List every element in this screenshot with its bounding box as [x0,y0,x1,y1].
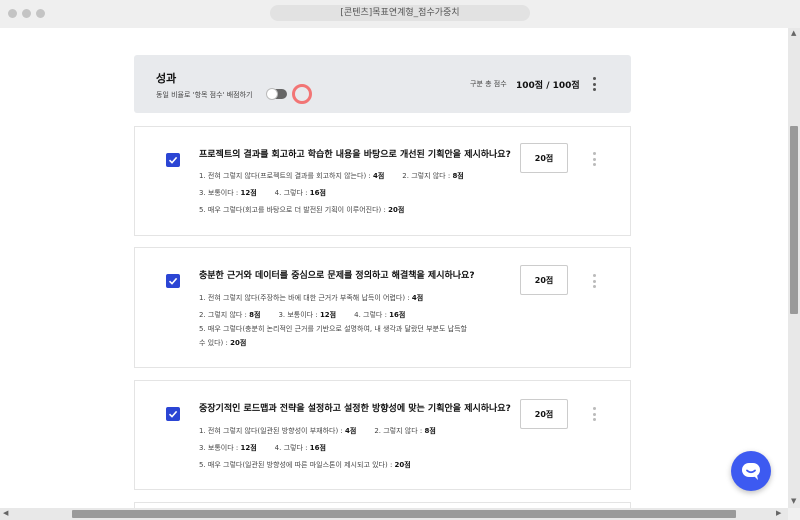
option-line: 1. 전혀 그렇지 않다(프로젝트의 결과를 회고하지 않는다) : 4점 2. … [199,172,464,180]
option-line: 5. 매우 그렇다(충분히 논리적인 근거를 기반으로 설명하여, 내 생각과 … [199,325,467,333]
check-icon[interactable] [166,274,180,288]
minimize-window-button[interactable] [22,9,31,18]
score-input[interactable]: 20점 [520,143,568,173]
question-card: 충분한 근거와 데이터를 중심으로 문제를 정의하고 해결책을 제시하나요? 2… [134,247,631,368]
option-line: 5. 매우 그렇다(회고를 바탕으로 더 발전된 기획이 이루어진다) : 20… [199,206,405,214]
click-highlight-ring [292,84,312,104]
equal-ratio-label: 동일 비율로 '항목 점수' 배점하기 [156,91,253,99]
option-line: 3. 보통이다 : 12점 4. 그렇다 : 16점 [199,444,326,452]
scroll-down-icon[interactable]: ▼ [791,497,796,505]
window-controls [8,9,45,18]
scroll-right-icon[interactable]: ▶ [776,509,781,517]
option-line: 수 있다) : 20점 [199,339,247,347]
chat-bubble-icon [742,463,760,480]
question-text: 중장기적인 로드맵과 전략을 설정하고 설정한 방향성에 맞는 기획안을 제시하… [199,404,511,414]
check-icon[interactable] [166,407,180,421]
card-more-icon[interactable] [589,152,599,166]
check-icon[interactable] [166,153,180,167]
question-card: 프로젝트의 결과를 회고하고 학습한 내용을 바탕으로 개선된 기획안을 제시하… [134,126,631,236]
option-line: 3. 보통이다 : 12점 4. 그렇다 : 16점 [199,189,326,197]
card-more-icon[interactable] [589,274,599,288]
score-input[interactable]: 20점 [520,399,568,429]
option-line: 1. 전혀 그렇지 않다(주장하는 바에 대한 근거가 부족해 납득이 어렵다)… [199,294,424,302]
section-more-icon[interactable] [589,77,599,91]
horizontal-scroll-thumb[interactable] [72,510,736,518]
maximize-window-button[interactable] [36,9,45,18]
total-score-label: 구분 총 점수 [470,80,507,88]
close-window-button[interactable] [8,9,17,18]
window-titlebar: [콘텐츠]목표연계형_점수가중치 [0,0,800,28]
card-more-icon[interactable] [589,407,599,421]
scroll-up-icon[interactable]: ▲ [791,29,796,37]
section-title: 성과 [156,72,177,85]
chat-button[interactable] [731,451,771,491]
vertical-scroll-thumb[interactable] [790,126,798,314]
question-text: 충분한 근거와 데이터를 중심으로 문제를 정의하고 해결책을 제시하나요? [199,271,475,281]
score-input[interactable]: 20점 [520,265,568,295]
vertical-scrollbar[interactable]: ▲ ▼ [788,28,800,508]
section-header: 성과 동일 비율로 '항목 점수' 배점하기 구분 총 점수 100점 / 10… [134,55,631,113]
option-line: 5. 매우 그렇다(일관된 방향성에 따른 마일스톤이 제시되고 있다) : 2… [199,461,411,469]
main-content: 성과 동일 비율로 '항목 점수' 배점하기 구분 총 점수 100점 / 10… [0,28,788,508]
equal-ratio-toggle[interactable] [266,88,287,100]
horizontal-scrollbar[interactable]: ◀ ▶ [0,508,788,520]
question-text: 프로젝트의 결과를 회고하고 학습한 내용을 바탕으로 개선된 기획안을 제시하… [199,150,511,160]
scroll-left-icon[interactable]: ◀ [3,509,8,517]
toggle-knob [266,88,278,100]
option-line: 2. 그렇지 않다 : 8점 3. 보통이다 : 12점 4. 그렇다 : 16점 [199,311,406,319]
option-line: 1. 전혀 그렇지 않다(일관된 방향성이 부재하다) : 4점 2. 그렇지 않… [199,427,436,435]
window-title: [콘텐츠]목표연계형_점수가중치 [270,5,530,21]
question-card: 중장기적인 로드맵과 전략을 설정하고 설정한 방향성에 맞는 기획안을 제시하… [134,380,631,490]
total-score-value: 100점 / 100점 [516,81,580,91]
